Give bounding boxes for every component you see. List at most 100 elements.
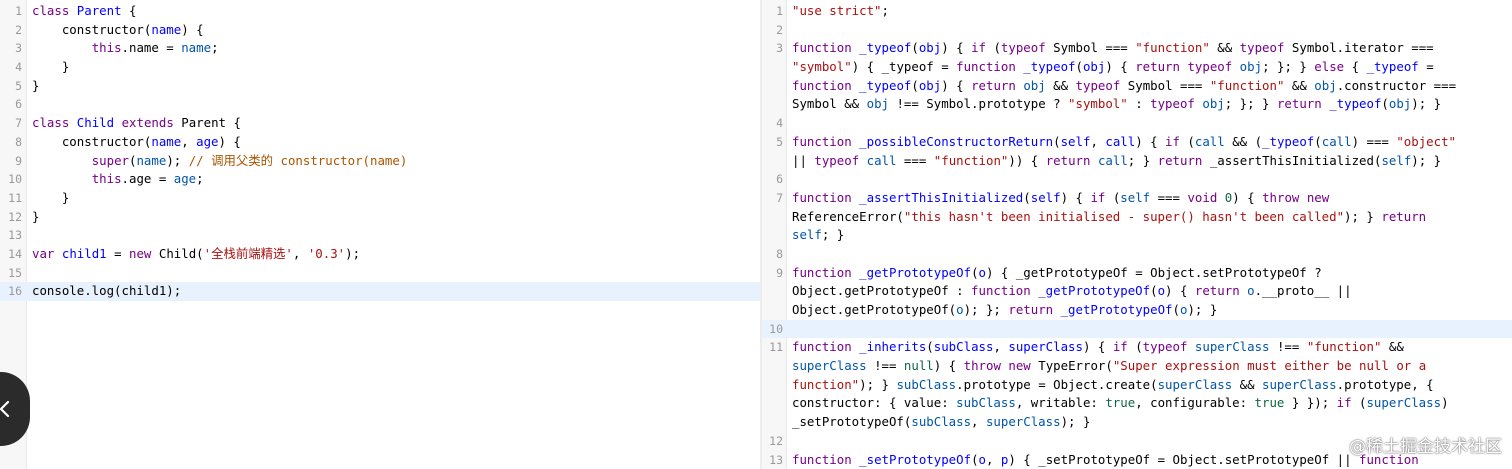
code-line[interactable]: || typeof call === "function")) { return… [762,152,1512,171]
code-line[interactable]: function"); } subClass.prototype = Objec… [762,376,1512,395]
code-token: Symbol === [1120,77,1210,93]
code-token: o [978,451,986,467]
code-text: function _typeof(obj) { return obj && ty… [792,77,1456,96]
code-line[interactable]: 5} [0,77,760,96]
code-line[interactable]: 9 super(name); // 调用父类的 constructor(name… [0,152,760,171]
code-line[interactable]: 5 function _possibleConstructorReturn(sel… [762,133,1512,152]
code-token: self [1060,133,1091,149]
code-token: ( [1127,339,1143,355]
code-token: _typeof [1329,96,1382,112]
code-line[interactable]: 16 console.log(child1); [0,282,760,301]
code-line[interactable]: constructor: { value: subClass, writable… [762,394,1512,413]
code-token: superClass [1194,339,1270,355]
code-line[interactable]: 13 [0,226,760,245]
code-token: superClass [985,414,1061,430]
code-token: this [91,40,122,56]
code-line[interactable]: "symbol") { _typeof = function _typeof(o… [762,58,1512,77]
code-token: ( [911,77,919,93]
code-token: !== [866,358,904,374]
code-line[interactable]: _setPrototypeOf(subClass, superClass); } [762,413,1512,432]
code-line[interactable]: 9 function _getPrototypeOf(o) { _getProto… [762,264,1512,283]
code-line[interactable]: 7 function _assertThisInitialized(self) {… [762,189,1512,208]
line-number: 4 [776,116,783,131]
code-token: _assertThisInitialized [859,189,1024,205]
code-token: o [956,302,964,317]
code-token: subClass [933,339,994,355]
code-line[interactable]: 6 [0,95,760,114]
code-token: _setPrototypeOf [859,451,972,467]
code-line[interactable]: 10 [762,319,1512,339]
code-token: Symbol.iterator === [1284,40,1434,56]
code-token: } [32,77,40,93]
code-token: && [1381,339,1404,355]
line-number: 2 [776,22,783,37]
code-line[interactable]: 8 constructor(name, age) { [0,133,760,152]
code-line[interactable]: Symbol && obj !== Symbol.prototype ? "sy… [762,95,1512,114]
code-token: if [1090,189,1106,205]
code-line[interactable]: self; } [762,226,1512,245]
code-token: typeof [1150,96,1195,112]
code-token: new [1306,189,1330,205]
code-line[interactable]: 1 class Parent { [0,2,760,21]
code-text: function _getPrototypeOf(o) { _getProtot… [792,264,1322,283]
line-number: 10 [8,172,22,187]
code-token: if [1112,339,1128,355]
code-token: ) { _getPrototypeOf = Object.setPrototyp… [986,264,1322,280]
code-token: if [971,40,986,56]
code-token: obj [1314,77,1337,93]
code-line[interactable]: 3 this.name = name; [0,39,760,58]
code-token: _typeof [1262,133,1315,149]
code-token: throw [963,358,1001,374]
code-line[interactable]: 7 class Child extends Parent { [0,114,760,133]
code-token: call [866,152,897,168]
code-token: { [121,3,137,18]
code-line[interactable]: 4 [762,114,1512,133]
code-line[interactable]: 15 [0,264,760,283]
compiled-output-editor[interactable]: 1 "use strict"; 2 3 function _typeof(obj) { … [762,0,1512,469]
code-token: return [1008,302,1054,317]
code-line[interactable]: 1 "use strict"; [762,2,1512,21]
code-line[interactable]: 8 [762,245,1512,264]
code-token: throw [1262,189,1300,205]
code-text: Object.getPrototypeOf : function _getPro… [792,282,1352,301]
code-token: !== Symbol.prototype ? [889,96,1069,112]
code-text: this.name = name; [32,39,219,58]
code-line[interactable]: 2 constructor(name) { [0,21,760,40]
code-token: return [1045,152,1091,168]
code-line[interactable]: 10 this.age = age; [0,170,760,189]
code-line[interactable]: ReferenceError("this hasn't been initial… [762,208,1512,227]
code-token: { [1344,59,1367,75]
code-token: ( [1075,59,1083,75]
code-line[interactable]: 14 var child1 = new Child('全栈前端精选', '0.3'… [0,245,760,264]
code-token: superClass [1262,376,1337,392]
code-token: "function" [1135,40,1210,56]
line-number: 5 [776,134,783,149]
code-token: ( [971,451,979,467]
code-line[interactable]: 11 } [0,189,760,208]
code-line[interactable]: Object.getPrototypeOf(o); }; return _get… [762,301,1512,320]
code-token: = [1418,59,1434,75]
code-token: return [1135,59,1180,75]
code-token: !== [1269,339,1307,355]
code-token: : [1127,96,1151,112]
code-token: return [971,77,1016,93]
code-line[interactable]: 11 function _inherits(subClass, superClas… [762,338,1512,357]
code-line[interactable]: function _typeof(obj) { return obj && ty… [762,77,1512,96]
code-line[interactable]: 3 function _typeof(obj) { if (typeof Symb… [762,39,1512,58]
code-token: return [1276,96,1322,112]
code-line[interactable]: 12} [0,208,760,227]
code-text: constructor(name) { [32,21,204,40]
code-token: constructor: { value: [792,395,957,411]
code-line[interactable]: 6 [762,170,1512,189]
source-editor[interactable]: 1 class Parent {2 constructor(name) {3 th… [0,0,760,469]
code-token: typeof [814,152,860,168]
code-token: "object" [1396,133,1457,149]
code-line[interactable]: 2 [762,21,1512,40]
code-token: ( [1179,133,1195,149]
code-line[interactable]: 4 } [0,58,760,77]
code-line[interactable]: Object.getPrototypeOf : function _getPro… [762,282,1512,301]
code-token: call [1321,133,1352,149]
code-line[interactable]: superClass !== null) { throw new TypeErr… [762,357,1512,376]
